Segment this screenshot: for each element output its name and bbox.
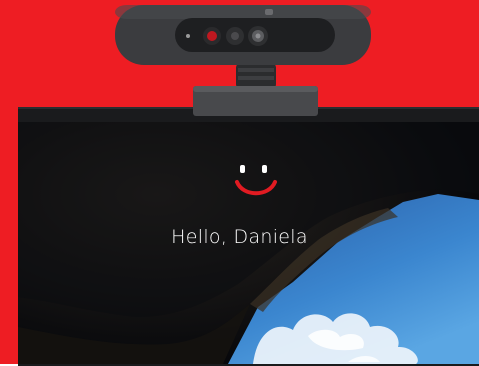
right-eye: [262, 165, 267, 173]
smile: [235, 180, 277, 196]
windows-hello-smiley-icon: [235, 165, 277, 196]
webcam-indicator-light: [186, 34, 190, 38]
webcam-mount: [193, 62, 318, 116]
webcam-ir-led: [207, 31, 217, 41]
webcam-icon: [115, 5, 371, 65]
left-eye: [240, 165, 245, 173]
webcam-privacy-slider: [265, 9, 273, 15]
greeting-text: Hello, Daniela: [171, 226, 308, 248]
